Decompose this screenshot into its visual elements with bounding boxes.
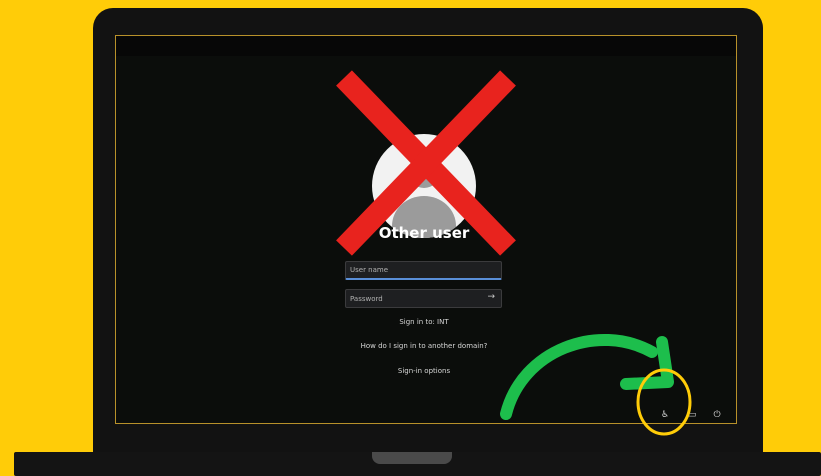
user-avatar-icon [372, 134, 476, 238]
sign-in-options-link[interactable]: Sign-in options [296, 367, 552, 375]
sign-in-to-domain: Sign in to: INT [399, 318, 449, 326]
laptop-base-notch [372, 452, 452, 464]
another-domain-link[interactable]: How do I sign in to another domain? [296, 342, 552, 350]
username-placeholder: User name [350, 266, 389, 274]
avatar-head [408, 156, 440, 188]
login-screen: Other user User name Password → Sign in … [115, 35, 737, 424]
username-field[interactable]: User name [345, 261, 502, 280]
accessibility-icon[interactable]: ♿ [658, 408, 672, 422]
password-placeholder: Password [350, 294, 383, 303]
submit-arrow-icon[interactable]: → [487, 292, 495, 302]
screen-top-bar [116, 36, 736, 56]
network-icon[interactable]: ▭ [685, 408, 699, 422]
password-field[interactable]: Password → [345, 289, 502, 308]
user-title: Other user [378, 224, 470, 242]
power-icon[interactable]: ⏻ [710, 408, 724, 422]
